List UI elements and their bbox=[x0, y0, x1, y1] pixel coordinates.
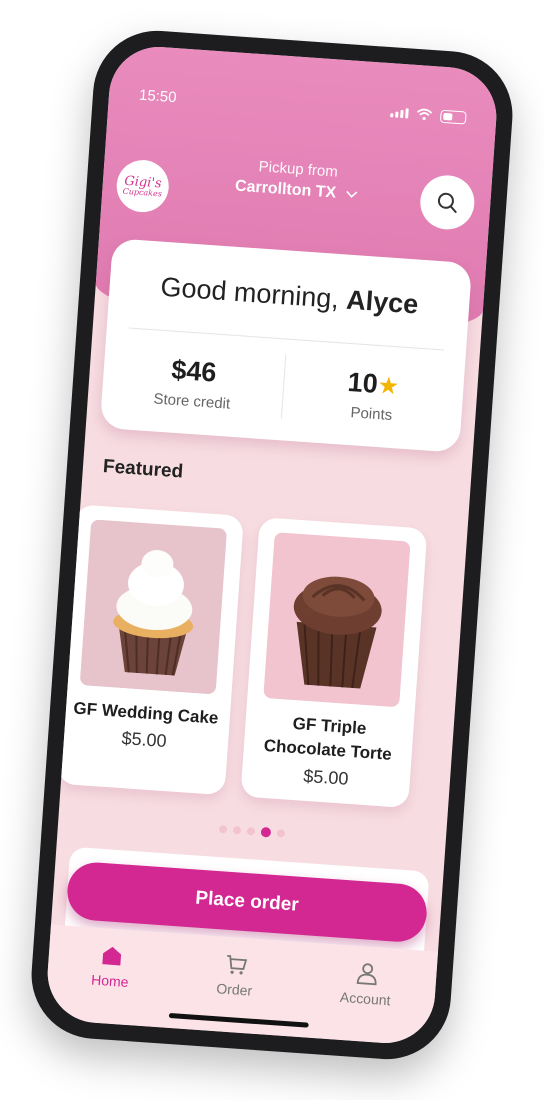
carousel-dots[interactable] bbox=[58, 814, 446, 850]
tab-account-label: Account bbox=[339, 988, 392, 1009]
battery-icon bbox=[439, 109, 467, 124]
points-stat[interactable]: 10★ Points bbox=[281, 362, 464, 428]
greeting-card: Good morning, Alyce $46 Store credit 10★… bbox=[99, 238, 473, 453]
carousel-dot[interactable] bbox=[246, 826, 256, 836]
user-name: Alyce bbox=[345, 284, 420, 320]
stage: 15:50 Gigi's Cupcakes Pickup from Carrol… bbox=[0, 0, 544, 1100]
tab-order-label: Order bbox=[215, 980, 253, 999]
wifi-icon bbox=[417, 108, 433, 121]
vanilla-cupcake-image bbox=[79, 519, 228, 695]
featured-card-name: GF Triple Chocolate Torte bbox=[263, 713, 393, 764]
tab-home[interactable]: Home bbox=[91, 942, 131, 990]
store-credit-stat[interactable]: $46 Store credit bbox=[101, 350, 284, 416]
card-divider bbox=[128, 327, 445, 351]
app-screen: 15:50 Gigi's Cupcakes Pickup from Carrol… bbox=[44, 43, 500, 1047]
tab-home-label: Home bbox=[90, 971, 130, 991]
carousel-dot[interactable] bbox=[276, 829, 286, 838]
cupcake-illustration bbox=[79, 519, 228, 695]
tab-order[interactable]: Order bbox=[215, 950, 255, 999]
cupcake-illustration bbox=[263, 532, 411, 708]
featured-card[interactable]: GF Triple Chocolate Torte $5.00 bbox=[240, 517, 428, 809]
chevron-down-icon bbox=[346, 190, 358, 198]
points-value-row: 10★ bbox=[283, 362, 465, 405]
greeting-prefix: Good morning, bbox=[159, 271, 340, 315]
search-icon bbox=[437, 192, 457, 214]
person-icon bbox=[356, 963, 377, 986]
points-value: 10 bbox=[346, 366, 379, 399]
carousel-dot[interactable] bbox=[232, 825, 242, 835]
store-credit-value: $46 bbox=[170, 354, 218, 388]
status-icons bbox=[390, 106, 467, 124]
featured-card[interactable]: GF Wedding Cake $5.00 bbox=[56, 504, 244, 796]
carousel-dot-active[interactable] bbox=[260, 826, 272, 838]
star-icon: ★ bbox=[376, 372, 401, 401]
signal-icon bbox=[390, 107, 409, 119]
carousel-dot[interactable] bbox=[218, 825, 228, 834]
chocolate-cupcake-image bbox=[263, 532, 411, 708]
cart-icon bbox=[227, 955, 248, 975]
home-icon bbox=[102, 946, 121, 966]
featured-heading: Featured bbox=[102, 456, 184, 483]
phone-frame: 15:50 Gigi's Cupcakes Pickup from Carrol… bbox=[27, 26, 517, 1064]
status-time: 15:50 bbox=[138, 86, 178, 106]
featured-card-price: $5.00 bbox=[302, 765, 350, 789]
tab-account[interactable]: Account bbox=[339, 959, 393, 1008]
